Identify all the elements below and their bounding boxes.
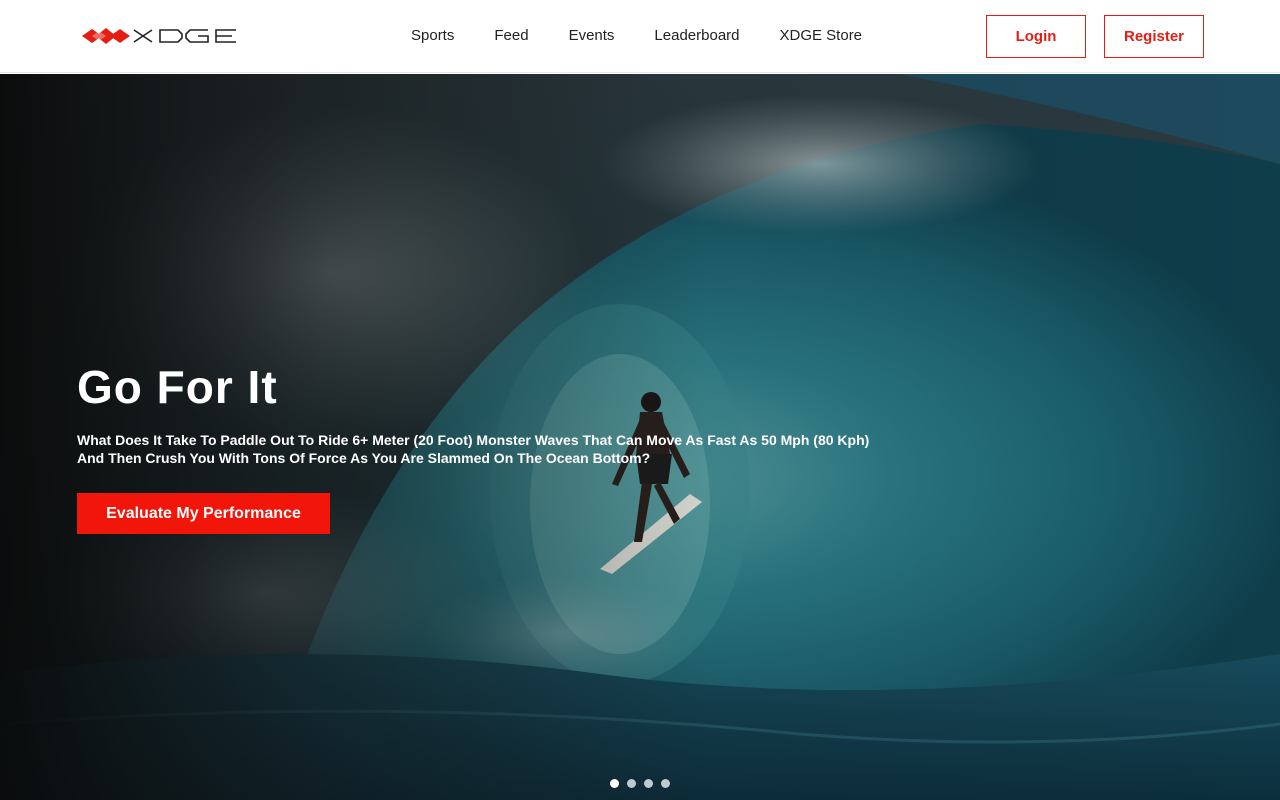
main-nav: Sports Feed Events Leaderboard XDGE Stor… [411, 27, 902, 45]
xdge-logo[interactable] [82, 24, 270, 48]
site-header: Sports Feed Events Leaderboard XDGE Stor… [0, 0, 1280, 73]
login-button[interactable]: Login [986, 15, 1086, 58]
hero-section: Go For It What Does It Take To Paddle Ou… [0, 74, 1280, 800]
carousel-dot-3[interactable] [644, 779, 653, 788]
nav-events[interactable]: Events [569, 27, 615, 45]
nav-leaderboard[interactable]: Leaderboard [654, 27, 739, 45]
carousel-dot-2[interactable] [627, 779, 636, 788]
carousel-dot-1[interactable] [610, 779, 619, 788]
nav-sports[interactable]: Sports [411, 27, 454, 45]
nav-xdge-store[interactable]: XDGE Store [780, 27, 863, 45]
hero-title: Go For It [77, 361, 278, 413]
register-button[interactable]: Register [1104, 15, 1204, 58]
carousel-indicators [610, 779, 678, 788]
carousel-dot-4[interactable] [661, 779, 670, 788]
evaluate-performance-button[interactable]: Evaluate My Performance [77, 493, 330, 534]
nav-feed[interactable]: Feed [494, 27, 528, 45]
hero-subtitle: What Does It Take To Paddle Out To Ride … [77, 432, 870, 466]
